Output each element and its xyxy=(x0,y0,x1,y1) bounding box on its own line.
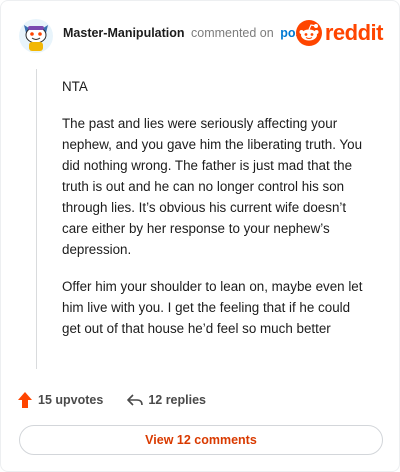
comment-body: NTA The past and lies were seriously aff… xyxy=(62,76,367,355)
snoo-avatar-icon[interactable] xyxy=(19,19,53,53)
action-text: commented on xyxy=(191,26,274,40)
thread-line[interactable] xyxy=(36,69,37,369)
comment-card: Master-Manipulation commented on post re… xyxy=(0,0,400,472)
reddit-alien-icon xyxy=(295,20,322,46)
reply-arrow-icon xyxy=(127,394,144,406)
comment-paragraph: Offer him your shoulder to lean on, mayb… xyxy=(62,279,363,336)
upvote-button[interactable]: 15 upvotes xyxy=(17,391,103,409)
brand-wordmark: reddit xyxy=(324,20,384,45)
comment-actions: 15 upvotes 12 replies xyxy=(17,389,206,411)
comment-paragraph: The past and lies were seriously affecti… xyxy=(62,116,363,257)
upvote-arrow-icon xyxy=(18,392,32,408)
username-link[interactable]: Master-Manipulation xyxy=(63,26,185,40)
reply-count: 12 replies xyxy=(148,393,206,407)
replies-button[interactable]: 12 replies xyxy=(127,393,206,407)
header-meta: Master-Manipulation commented on post xyxy=(63,26,307,40)
view-comments-button[interactable]: View 12 comments xyxy=(19,425,383,455)
comment-header: Master-Manipulation commented on post re… xyxy=(15,15,387,55)
reddit-logo[interactable]: reddit xyxy=(295,20,384,46)
upvote-count: 15 upvotes xyxy=(38,393,104,407)
comment-paragraph: NTA xyxy=(62,79,88,94)
